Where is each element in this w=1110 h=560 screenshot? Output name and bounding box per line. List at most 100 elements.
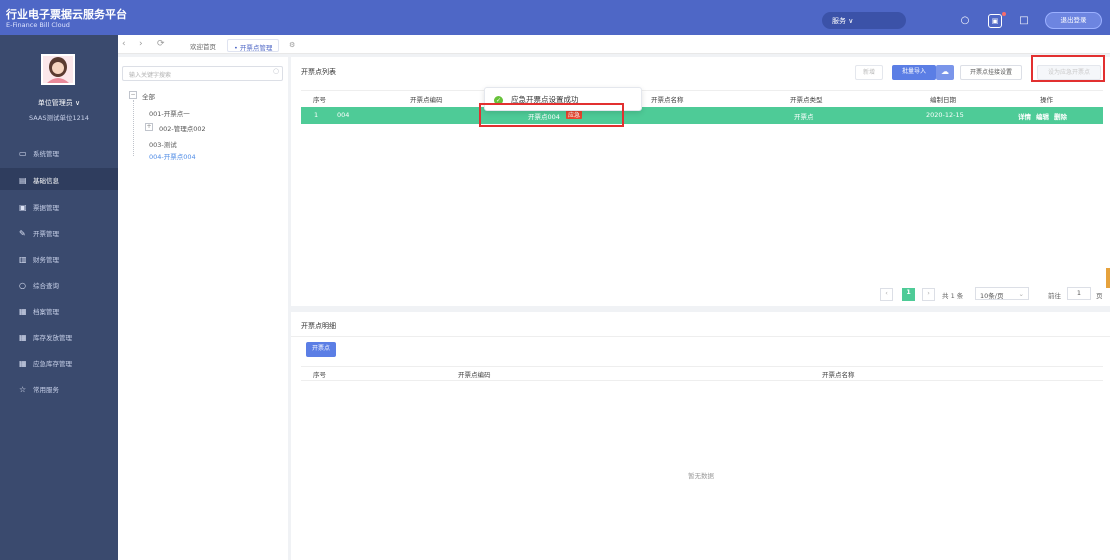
next-page-icon[interactable]: › <box>922 288 935 301</box>
tree-guide-line <box>133 100 134 156</box>
detail-divider <box>291 336 1110 337</box>
document-icon: ▤ <box>19 176 27 185</box>
goto-page-input[interactable]: 1 <box>1067 287 1091 300</box>
search-icon[interactable]: ○ <box>956 12 974 29</box>
tree-node-001[interactable]: 001-开票点一 <box>149 108 190 118</box>
billing-point-detail-panel <box>291 312 1110 560</box>
tree-node-004[interactable]: 004-开票点004 <box>149 151 196 161</box>
page-size-select[interactable]: 10条/页 ⌄ <box>975 287 1029 300</box>
monitor-icon: ▭ <box>19 149 27 158</box>
goto-label: 前往 <box>1048 292 1061 300</box>
detail-title: 开票点明细 <box>301 322 336 330</box>
tab-next-icon[interactable]: › <box>139 39 143 49</box>
sidebar-item-label: 综合查询 <box>33 282 59 290</box>
chevron-down-icon: ⌄ <box>1018 290 1024 298</box>
add-button[interactable]: 新增 <box>855 65 883 80</box>
sidebar-item-label: 票据管理 <box>33 204 59 212</box>
prev-page-icon[interactable]: ‹ <box>880 288 893 301</box>
bill-icon: ▣ <box>19 203 27 212</box>
expand-icon[interactable]: + <box>145 123 153 131</box>
empty-state-text: 暂无数据 <box>688 472 714 480</box>
collapse-icon[interactable]: − <box>129 91 137 99</box>
list-title: 开票点列表 <box>301 68 336 76</box>
total-count: 共 1 条 <box>942 292 964 300</box>
row-code: 004 <box>337 111 350 119</box>
sidebar-item-label: 开票管理 <box>33 230 59 238</box>
tree-node-003[interactable]: 003-测试 <box>149 139 177 149</box>
top-bar <box>0 0 1110 35</box>
avatar <box>41 54 75 85</box>
sidebar-item-label: 应急库存管理 <box>33 360 72 368</box>
tab-welcome[interactable]: 欢迎首页 <box>184 39 222 52</box>
user-name[interactable]: 单位管理员 ∨ <box>0 98 118 108</box>
speaker-icon[interactable]: □ <box>1015 12 1033 29</box>
detail-row-divider <box>301 380 1103 381</box>
cloud-upload-icon[interactable]: ☁ <box>936 65 954 80</box>
tree-node-all[interactable]: 全部 <box>142 91 155 101</box>
brand-title: 行业电子票据云服务平台 <box>6 8 127 21</box>
notification-dot <box>1002 12 1006 16</box>
sidebar-item-label: 档案管理 <box>33 308 59 316</box>
row-index: 1 <box>314 111 319 119</box>
edit-icon: ✎ <box>19 229 26 238</box>
grid-icon: ▦ <box>19 333 27 342</box>
sidebar-item-label: 系统管理 <box>33 150 59 158</box>
column-header: 编制日期 <box>930 96 956 104</box>
column-header: 序号 <box>313 96 326 104</box>
page-number[interactable]: 1 <box>902 288 915 301</box>
sidebar-item-query[interactable]: ○ 综合查询 <box>0 273 118 295</box>
page-size-value: 10条/页 <box>980 292 1004 300</box>
star-icon: ☆ <box>19 385 27 394</box>
tree-node-002[interactable]: 002-管理点002 <box>159 123 206 133</box>
sidebar-item-system[interactable]: ▭ 系统管理 <box>0 141 118 163</box>
notification-icon[interactable]: ▣ <box>988 14 1002 28</box>
avatar-icon <box>47 57 69 83</box>
sidebar-item-bills[interactable]: ▣ 票据管理 <box>0 195 118 217</box>
row-date: 2020-12-15 <box>926 111 964 119</box>
tab-billing-point-management[interactable]: • 开票点管理 <box>227 39 280 52</box>
column-header: 序号 <box>313 371 326 379</box>
search-icon: ○ <box>273 67 280 75</box>
sidebar-item-finance[interactable]: ▥ 财务管理 <box>0 247 118 269</box>
table-row[interactable] <box>301 107 1103 124</box>
grid-icon: ▦ <box>19 307 27 316</box>
header-divider <box>301 90 1103 91</box>
annotation-box-row <box>479 103 624 127</box>
annotation-box-button <box>1031 55 1105 82</box>
column-header: 操作 <box>1040 96 1053 104</box>
column-header: 开票点类型 <box>790 96 823 104</box>
row-type: 开票点 <box>794 113 814 121</box>
mount-settings-button[interactable]: 开票点挂接设置 <box>960 65 1022 80</box>
sidebar-item-label: 库存发放管理 <box>33 334 72 342</box>
tab-settings-icon[interactable]: ⚙ <box>289 41 295 49</box>
sidebar-item-emergency-inventory[interactable]: ▦ 应急库存管理 <box>0 351 118 373</box>
sidebar-item-label: 基础信息 <box>33 177 59 185</box>
sidebar-item-inventory[interactable]: ▦ 库存发放管理 <box>0 325 118 347</box>
refresh-icon[interactable]: ⟳ <box>157 39 165 49</box>
sidebar-item-label: 财务管理 <box>33 256 59 264</box>
column-header: 开票点名称 <box>651 96 684 104</box>
tree-search-input[interactable]: 输入关键字搜索 <box>122 66 283 81</box>
batch-import-button[interactable]: 批量导入 <box>892 65 936 80</box>
column-header: 开票点编码 <box>410 96 443 104</box>
column-header: 开票点名称 <box>822 371 855 379</box>
scroll-edge-marker <box>1106 268 1110 288</box>
grid-icon: ▦ <box>19 359 27 368</box>
logout-button[interactable]: 退出登录 <box>1045 12 1102 29</box>
billing-point-tag-button[interactable]: 开票点 <box>306 342 336 357</box>
search-icon: ○ <box>19 281 26 290</box>
sidebar-item-favorites[interactable]: ☆ 常用服务 <box>0 377 118 399</box>
tab-prev-icon[interactable]: ‹ <box>122 39 126 49</box>
detail-header-divider <box>301 366 1103 367</box>
column-header: 开票点编码 <box>458 371 491 379</box>
sidebar-item-invoicing[interactable]: ✎ 开票管理 <box>0 221 118 243</box>
detail-link[interactable]: 详情 <box>1018 111 1031 121</box>
service-dropdown[interactable]: 服务 ∨ <box>822 12 906 29</box>
sidebar-item-basic-info[interactable]: ▤ 基础信息 <box>0 168 118 190</box>
sidebar-item-archive[interactable]: ▦ 档案管理 <box>0 299 118 321</box>
edit-link[interactable]: 编辑 <box>1036 111 1049 121</box>
sidebar-item-label: 常用服务 <box>33 386 59 394</box>
page-suffix: 页 <box>1096 292 1103 300</box>
finance-icon: ▥ <box>19 255 27 264</box>
delete-link[interactable]: 删除 <box>1054 111 1067 121</box>
